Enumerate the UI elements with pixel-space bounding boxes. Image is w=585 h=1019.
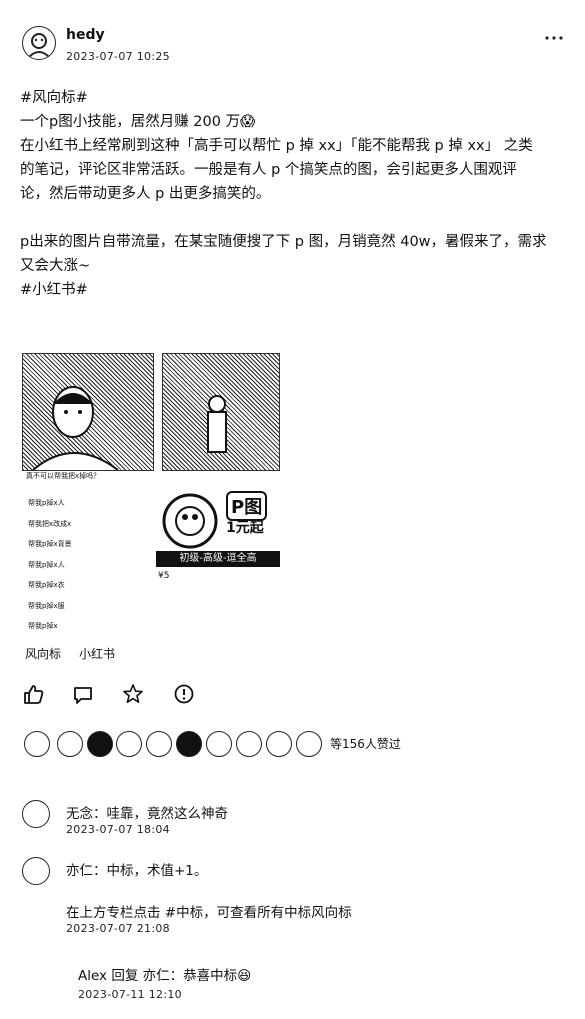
hashtag-xiaohongshu[interactable]: #小红书# xyxy=(20,278,570,302)
post-line: 又会大涨~ xyxy=(20,258,91,274)
liker-avatar[interactable] xyxy=(87,731,113,757)
photo-left xyxy=(22,353,154,471)
avatar[interactable] xyxy=(22,800,50,828)
product-price: ¥5 xyxy=(158,571,170,581)
avatar[interactable] xyxy=(22,857,50,885)
comment-timestamp: 2023-07-07 21:08 xyxy=(66,922,170,935)
post-line: 在小红书上经常刷到这种「高手可以帮忙 p 掉 xx」「能不能帮我 p 掉 xx」… xyxy=(20,138,533,154)
reply-text: Alex 回复 亦仁：恭喜中标😆 xyxy=(78,968,252,984)
post-line: 论，然后带动更多人 p 出更多搞笑的。 xyxy=(20,186,271,202)
liker-avatar[interactable] xyxy=(176,731,202,757)
liker-avatar[interactable] xyxy=(236,731,262,757)
thumbs-up-icon[interactable] xyxy=(22,683,44,705)
liker-avatar[interactable] xyxy=(116,731,142,757)
post-line: 一个p图小技能，居然月赚 200 万😱 xyxy=(20,114,256,130)
list-item: 帮我p掉x服 xyxy=(28,601,65,610)
photo-right xyxy=(162,353,280,471)
post-body: #风向标# 一个p图小技能，居然月赚 200 万😱 在小红书上经常刷到这种「高手… xyxy=(20,86,570,302)
badge-price-from: 1元起 xyxy=(226,520,264,536)
tag-fengxiangbiao[interactable]: 风向标 xyxy=(25,645,61,662)
left-list: 帮我p掉x人 帮我把x改成x 帮我p掉x背景 帮我p掉x人 帮我p掉x衣 帮我p… xyxy=(28,493,72,637)
liker-avatar[interactable] xyxy=(57,731,83,757)
comment-text: 无念：哇靠，竟然这么神奇 xyxy=(66,806,228,822)
likes-summary[interactable]: 等156人赞过 xyxy=(330,735,401,752)
comment-text: 亦仁：中标，术值+1。 xyxy=(66,863,208,879)
liker-avatar[interactable] xyxy=(206,731,232,757)
post-line: p出来的图片自带流量，在某宝随便搜了下 p 图，月销竟然 40w，暑假来了，需求 xyxy=(20,234,547,250)
reply-timestamp: 2023-07-11 12:10 xyxy=(78,988,182,1001)
liker-avatar[interactable] xyxy=(24,731,50,757)
tag-xiaohongshu[interactable]: 小红书 xyxy=(79,645,115,662)
comment-icon[interactable] xyxy=(72,684,94,706)
liker-avatar[interactable] xyxy=(266,731,292,757)
comment-text-line2: 在上方专栏点击 #中标，可查看所有中标风向标 xyxy=(66,905,352,921)
post-timestamp: 2023-07-07 10:25 xyxy=(66,50,170,63)
more-dots-icon[interactable] xyxy=(544,28,564,40)
list-item: 帮我p掉x xyxy=(28,622,58,630)
list-item: 帮我p掉x人 xyxy=(28,560,65,569)
list-item: 帮我p掉x人 xyxy=(28,499,65,507)
list-item: 帮我把x改成x xyxy=(28,519,72,528)
username[interactable]: hedy xyxy=(66,27,105,43)
liker-avatar[interactable] xyxy=(296,731,322,757)
alert-icon[interactable] xyxy=(173,683,195,705)
hashtag-fengxiangbiao[interactable]: #风向标# xyxy=(20,86,570,110)
star-icon[interactable] xyxy=(122,683,144,705)
product-card: P图 1元起 初级-高级-逗全高 ¥5 xyxy=(156,471,280,625)
post-line: 的笔记，评论区非常活跃。一般是有人 p 个搞笑点的图，会引起更多人围观评 xyxy=(20,162,517,178)
list-item: 帮我p掉x背景 xyxy=(28,540,72,548)
post-image[interactable]: 真不可以帮我把x掉吗？ 帮我p掉x人 帮我把x改成x 帮我p掉x背景 帮我p掉x… xyxy=(22,353,280,630)
avatar[interactable] xyxy=(22,26,56,60)
left-caption: 真不可以帮我把x掉吗？ xyxy=(26,472,101,480)
list-item: 帮我p掉x衣 xyxy=(28,581,65,589)
comment-timestamp: 2023-07-07 18:04 xyxy=(66,823,170,836)
product-banner: 初级-高级-逗全高 xyxy=(156,551,280,567)
liker-avatar[interactable] xyxy=(146,731,172,757)
